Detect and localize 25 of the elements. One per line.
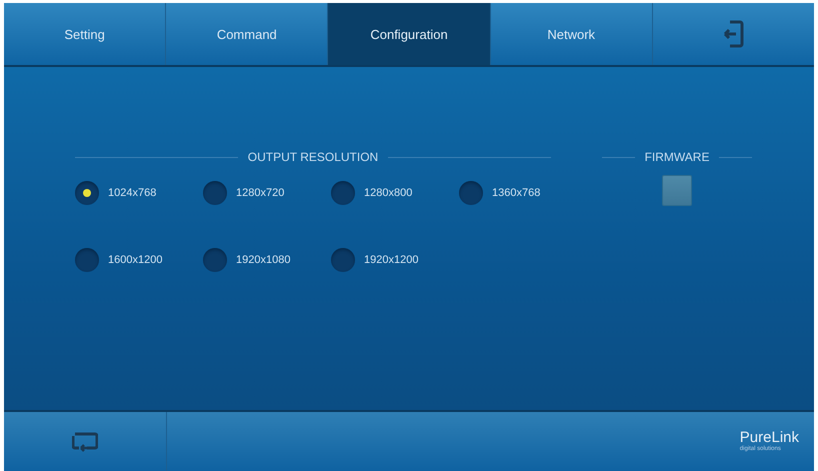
option-label: 1280x800 <box>364 187 412 199</box>
exit-icon <box>722 20 744 48</box>
logo-name: PureLink <box>740 430 799 446</box>
section-title: FIRMWARE <box>644 150 710 164</box>
firmware-button[interactable] <box>662 175 692 206</box>
tab[interactable]: Network <box>490 3 653 65</box>
tab[interactable]: Command <box>166 3 328 65</box>
option-label: 1280x720 <box>236 187 284 199</box>
radio-button[interactable] <box>75 248 99 272</box>
radio-button[interactable] <box>331 248 355 272</box>
radio-button[interactable] <box>203 248 227 272</box>
tab[interactable]: Setting <box>4 3 166 65</box>
option-label: 1920x1200 <box>364 254 418 266</box>
radio-button[interactable] <box>203 181 227 205</box>
section-title: OUTPUT RESOLUTION <box>248 150 378 164</box>
radio-button[interactable] <box>331 181 355 205</box>
radio-button[interactable] <box>459 181 483 205</box>
option-label: 1920x1080 <box>236 254 290 266</box>
tab[interactable]: Configuration <box>328 3 491 65</box>
option-label: 1360x768 <box>492 187 540 199</box>
return-icon[interactable] <box>72 432 98 452</box>
exit-tab[interactable] <box>652 3 814 65</box>
option-label: 1024x768 <box>108 187 156 199</box>
option-label: 1600x1200 <box>108 254 162 266</box>
radio-button[interactable] <box>75 181 99 205</box>
